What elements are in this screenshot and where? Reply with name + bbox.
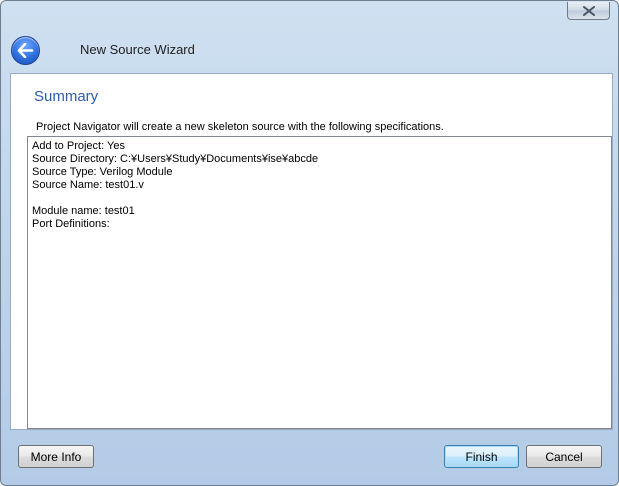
wizard-title: New Source Wizard — [80, 42, 195, 57]
summary-line: Port Definitions: — [32, 218, 110, 230]
close-button[interactable] — [567, 2, 610, 20]
finish-button[interactable]: Finish — [444, 445, 519, 468]
summary-text-area[interactable]: Add to Project: Yes Source Directory: C:… — [27, 136, 612, 429]
summary-line: Add to Project: Yes — [32, 140, 125, 152]
close-icon — [582, 5, 595, 16]
wizard-window: New Source Wizard Summary Project Naviga… — [0, 0, 619, 486]
summary-line: Source Name: test01.v — [32, 179, 144, 191]
summary-line — [32, 192, 607, 205]
summary-line: Module name: test01 — [32, 205, 135, 217]
cancel-button[interactable]: Cancel — [526, 445, 602, 468]
more-info-button[interactable]: More Info — [18, 445, 94, 468]
page-description: Project Navigator will create a new skel… — [36, 121, 444, 133]
back-arrow-icon — [17, 43, 34, 58]
summary-line: Source Type: Verilog Module — [32, 166, 173, 178]
page-title: Summary — [34, 88, 99, 105]
content-panel: Summary Project Navigator will create a … — [10, 73, 613, 430]
back-button[interactable] — [11, 36, 40, 65]
summary-line: Source Directory: C:¥Users¥Study¥Documen… — [32, 153, 319, 165]
